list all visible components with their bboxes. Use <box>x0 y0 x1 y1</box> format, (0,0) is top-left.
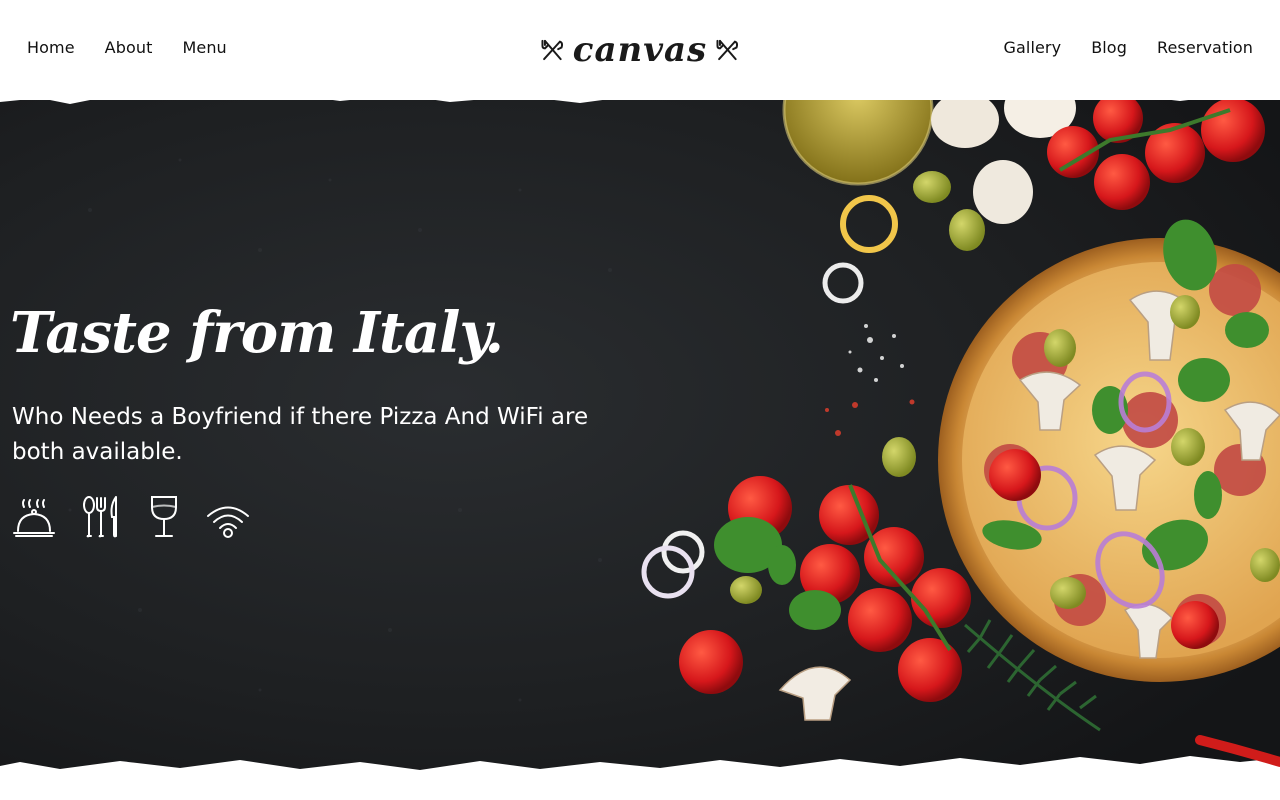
primary-nav-right: Gallery Blog Reservation <box>1004 38 1254 57</box>
wine-glass-icon <box>148 495 180 539</box>
nav-about-link[interactable]: About <box>105 38 153 57</box>
site-logo[interactable]: canvas <box>540 30 740 70</box>
hero-subtitle: Who Needs a Boyfriend if there Pizza And… <box>12 404 589 465</box>
logo-text: canvas <box>572 30 708 70</box>
hero-title: Taste from Italy. <box>10 299 504 366</box>
cloche-icon <box>12 497 56 539</box>
crossed-fork-knife-icon <box>716 39 739 61</box>
nav-menu-link[interactable]: Menu <box>182 38 226 57</box>
feature-icon-row <box>12 495 250 539</box>
crossed-fork-knife-icon <box>541 39 564 61</box>
nav-reservation-link[interactable]: Reservation <box>1157 38 1253 57</box>
nav-home-link[interactable]: Home <box>27 38 75 57</box>
primary-nav-left: Home About Menu <box>27 38 227 57</box>
nav-gallery-link[interactable]: Gallery <box>1004 38 1062 57</box>
cutlery-icon <box>82 495 122 539</box>
site-header: Home About Menu canvas Gallery Blog Rese… <box>0 0 1280 100</box>
nav-blog-link[interactable]: Blog <box>1091 38 1127 57</box>
hero-section: Taste from Italy. Who Needs a Boyfriend … <box>0 90 1280 790</box>
wifi-icon <box>206 503 250 539</box>
